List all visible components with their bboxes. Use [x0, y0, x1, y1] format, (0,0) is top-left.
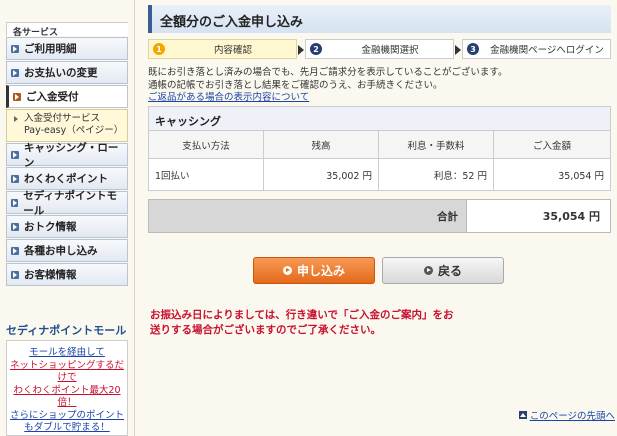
returns-info-link[interactable]: ご返品がある場合の表示内容について: [148, 92, 309, 103]
table-cell: 1回払い: [149, 159, 264, 190]
page-top-link[interactable]: このページの先頭へ: [518, 408, 615, 422]
notice-text: 既にお引き落とし済みの場合でも、先月ご請求分を表示していることがございます。 通…: [148, 67, 611, 105]
sidebar-item-label: キャッシング・ローン: [23, 141, 119, 169]
table-header-row: 支払い方法 残高 利息・手数料 ご入金額: [149, 131, 610, 159]
sidebar-item-label: お支払いの変更: [24, 67, 98, 79]
sidebar-item-deals[interactable]: おトク情報: [6, 215, 128, 238]
arrow-icon: [13, 116, 20, 123]
total-row: 合計 35,054 円: [148, 199, 611, 233]
step-2: 2 金融機関選択: [305, 39, 461, 59]
arrow-right-icon: [455, 45, 461, 55]
back-button[interactable]: 戻る: [382, 257, 504, 284]
sidebar-menu: ご利用明細 お支払いの変更 ご入金受付 入金受付サービス Pay-easy（ペイ…: [6, 37, 128, 287]
main-content: 全額分のご入金申し込み 1 内容確認 2 金融機関選択 3 金融機関ページへログ…: [142, 0, 617, 436]
play-icon: [423, 266, 433, 275]
sidebar-item-label: セディナポイントモール: [23, 189, 117, 217]
sidebar-item-customer-info[interactable]: お客様情報: [6, 263, 128, 286]
table-row: 1回払い 35,002 円 利息：52 円 35,054 円: [149, 159, 610, 190]
promo-link[interactable]: わくわくポイント最大20倍！: [7, 385, 127, 410]
sidebar-item-payment-change[interactable]: お支払いの変更: [6, 61, 128, 84]
total-label: 合計: [149, 200, 467, 232]
total-value: 35,054 円: [467, 200, 610, 232]
sidebar-item-usage-statement[interactable]: ご利用明細: [6, 37, 128, 60]
sidebar-item-applications[interactable]: 各種お申し込み: [6, 239, 128, 262]
sidebar-item-label: 各種お申し込み: [24, 245, 98, 257]
warning-line: 送りする場合がございますのでご了承ください。: [150, 324, 381, 336]
sidebar: 各サービス ご利用明細 お支払いの変更 ご入金受付 入金受付サービス Pay-e…: [0, 0, 132, 436]
arrow-up-icon: [518, 411, 527, 419]
step-indicator: 1 内容確認 2 金融機関選択 3 金融機関ページへログイン: [148, 39, 611, 59]
cashing-table: キャッシング 支払い方法 残高 利息・手数料 ご入金額 1回払い 35,002 …: [148, 106, 611, 191]
arrow-icon: [11, 174, 19, 183]
arrow-icon: [11, 246, 19, 255]
column-header: 支払い方法: [149, 131, 264, 158]
arrow-icon: [11, 222, 19, 231]
sidebar-item-cashing-loan[interactable]: キャッシング・ローン: [6, 142, 128, 169]
sidebar-subitem-payeasy[interactable]: 入金受付サービス Pay-easy（ペイジー）: [6, 109, 128, 142]
promo-link[interactable]: ネットショッピングするだけで: [7, 360, 127, 385]
play-icon: [282, 266, 292, 275]
table-title: キャッシング: [149, 107, 610, 131]
page-top-label: このページの先頭へ: [529, 411, 615, 422]
table-cell: 利息：52 円: [379, 159, 494, 190]
warning-text: お振込み日によりましては、行き違いで「ご入金のご案内」をお 送りする場合がござい…: [150, 308, 470, 338]
promo-link[interactable]: さらにショップのポイントもダブルで貯まる！: [7, 410, 127, 435]
arrow-icon: [11, 44, 19, 53]
arrow-icon: [11, 68, 19, 77]
apply-button-label: 申し込み: [296, 264, 345, 278]
column-header: ご入金額: [494, 131, 610, 158]
column-header: 残高: [264, 131, 379, 158]
sidebar-item-deposit[interactable]: ご入金受付: [6, 85, 128, 108]
notice-line: 既にお引き落とし済みの場合でも、先月ご請求分を表示していることがございます。: [148, 67, 508, 78]
point-mall-title: セディナポイントモール: [6, 324, 127, 337]
sidebar-item-label: お客様情報: [24, 269, 77, 281]
sidebar-subitem-label: 入金受付サービス Pay-easy（ペイジー）: [24, 113, 124, 136]
step-label: 金融機関選択: [361, 45, 419, 56]
arrow-icon: [11, 270, 19, 279]
services-header: 各サービス: [6, 22, 128, 38]
page-title: 全額分のご入金申し込み: [148, 5, 611, 33]
notice-line: 通帳の記帳でお引き落とし結果をご確認のうえ、お手続きください。: [148, 79, 443, 91]
step-number: 2: [310, 43, 322, 55]
back-button-label: 戻る: [437, 264, 462, 278]
apply-button[interactable]: 申し込み: [253, 257, 375, 284]
step-1: 1 内容確認: [148, 39, 304, 59]
sidebar-item-label: わくわくポイント: [24, 173, 108, 185]
promo-link[interactable]: モールを経由して: [7, 347, 127, 360]
sidebar-item-label: ご入金受付: [26, 91, 79, 103]
point-mall-promo: モールを経由して ネットショッピングするだけで わくわくポイント最大20倍！ さ…: [6, 340, 128, 436]
step-3: 3 金融機関ページへログイン: [462, 39, 611, 59]
step-number: 1: [153, 43, 165, 55]
sidebar-item-label: ご利用明細: [24, 43, 77, 55]
arrow-icon: [13, 92, 21, 101]
divider: [134, 0, 135, 436]
warning-line: お振込み日によりましては、行き違いで「ご入金のご案内」をお: [150, 309, 454, 321]
arrow-icon: [11, 198, 19, 207]
step-label: 金融機関ページへログイン: [490, 45, 604, 56]
sidebar-item-point-mall[interactable]: セディナポイントモール: [6, 190, 128, 217]
table-cell: 35,002 円: [264, 159, 379, 190]
table-cell: 35,054 円: [558, 170, 604, 182]
arrow-icon: [11, 150, 19, 159]
column-header: 利息・手数料: [379, 131, 494, 158]
step-label: 内容確認: [213, 45, 252, 56]
sidebar-item-label: おトク情報: [24, 221, 77, 233]
step-number: 3: [467, 43, 479, 55]
arrow-right-icon: [298, 45, 304, 55]
